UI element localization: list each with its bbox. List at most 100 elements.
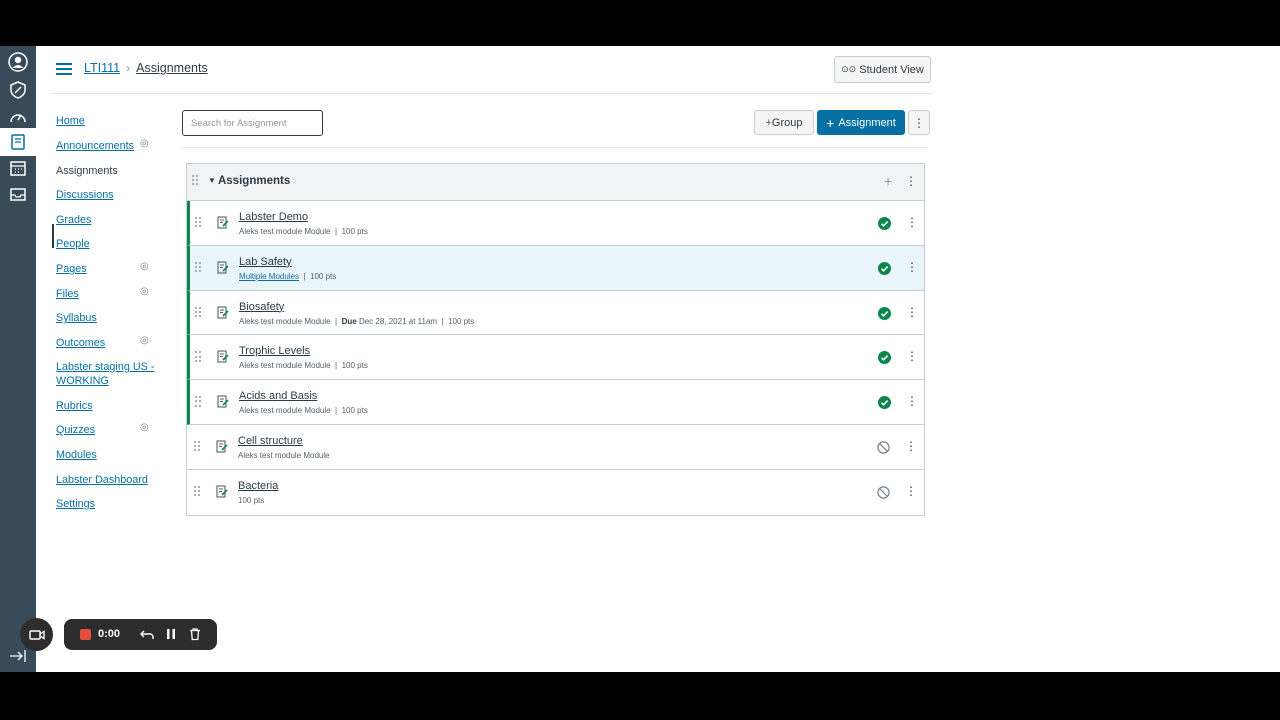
recording-timer: 0:00 <box>98 628 121 640</box>
assignment-row[interactable]: Acids and Basis Aleks test module Module … <box>187 380 924 425</box>
active-indicator <box>52 224 54 248</box>
assignment-meta: Multiple Modules | 100 pts <box>239 271 337 281</box>
courses-icon[interactable] <box>0 128 36 156</box>
course-nav-discussions[interactable]: Discussions <box>56 188 156 202</box>
published-check-icon[interactable] <box>878 261 891 275</box>
assignment-title-link[interactable]: Acids and Basis <box>239 390 317 402</box>
published-check-icon[interactable] <box>878 306 891 320</box>
trash-icon[interactable] <box>188 627 202 641</box>
assignment-icon <box>217 306 229 319</box>
dashboard-icon[interactable] <box>6 106 30 130</box>
published-check-icon[interactable] <box>878 351 891 365</box>
drag-handle-icon[interactable] <box>192 175 198 186</box>
assignment-row[interactable]: Labster Demo Aleks test module Module | 1… <box>187 201 924 246</box>
hidden-eye-icon: ◎ <box>140 261 149 272</box>
course-nav-labster-dashboard[interactable]: Labster Dashboard <box>56 473 156 487</box>
assignment-kebab-icon[interactable]: ⋮ <box>906 260 918 274</box>
unpublished-icon[interactable] <box>877 486 890 499</box>
divider <box>182 147 928 148</box>
settings-kebab-button[interactable]: ⋮ <box>908 110 930 135</box>
menu-toggle-icon[interactable] <box>56 63 72 75</box>
assignment-kebab-icon[interactable]: ⋮ <box>905 484 917 498</box>
drag-handle-icon[interactable] <box>195 261 201 273</box>
drag-handle-icon[interactable] <box>195 217 201 228</box>
assignment-module[interactable]: Multiple Modules <box>239 272 299 281</box>
page-header: LTI111 › Assignments ⊙⊙ Student View <box>50 46 932 94</box>
course-nav-home[interactable]: Home <box>56 114 156 128</box>
student-view-button[interactable]: ⊙⊙ Student View <box>834 56 931 83</box>
assignment-icon <box>217 350 229 363</box>
unpublished-icon[interactable] <box>877 441 890 454</box>
drag-handle-icon[interactable] <box>194 485 200 497</box>
recording-toolbar: 0:00 <box>64 619 217 650</box>
assignment-points: 100 pts <box>448 316 475 326</box>
assignment-points: 100 pts <box>238 495 265 505</box>
add-assignment-label: Assignment <box>838 116 896 129</box>
assignment-meta: Aleks test module Module <box>238 451 330 460</box>
course-nav-assignments[interactable]: Assignments <box>56 164 156 178</box>
add-to-group-icon[interactable]: + <box>884 173 892 189</box>
group-kebab-icon[interactable]: ⋮ <box>905 174 917 188</box>
account-icon[interactable] <box>6 50 30 74</box>
assignment-points: 100 pts <box>310 271 337 281</box>
assignment-row[interactable]: Bacteria 100 pts ⋮ <box>187 469 924 515</box>
assignment-title-link[interactable]: Bacteria <box>238 480 278 492</box>
assignment-kebab-icon[interactable]: ⋮ <box>905 439 917 453</box>
assignment-row[interactable]: Cell structure Aleks test module Module ⋮ <box>187 424 924 470</box>
drag-handle-icon[interactable] <box>194 440 200 452</box>
calendar-icon[interactable] <box>6 156 30 180</box>
assignment-row[interactable]: Trophic Levels Aleks test module Module |… <box>187 335 924 381</box>
assignment-row[interactable]: Lab Safety Multiple Modules | 100 pts ⋮ <box>187 245 924 291</box>
pause-icon[interactable] <box>164 627 178 641</box>
glasses-icon: ⊙⊙ <box>841 64 857 74</box>
assignment-icon <box>217 261 229 274</box>
course-nav-modules[interactable]: Modules <box>56 448 156 462</box>
assignment-group-header[interactable]: ▼ Assignments + ⋮ <box>187 164 924 201</box>
search-input[interactable]: Search for Assignment <box>182 110 323 136</box>
assignment-list: Labster Demo Aleks test module Module | 1… <box>187 201 924 515</box>
hidden-eye-icon: ◎ <box>140 335 149 346</box>
drag-handle-icon[interactable] <box>195 351 201 362</box>
assignment-points: 100 pts <box>341 227 368 236</box>
assignment-title-link[interactable]: Trophic Levels <box>239 345 310 357</box>
assignment-row[interactable]: Biosafety Aleks test module Module | Due … <box>187 290 924 336</box>
assignment-icon <box>216 440 228 453</box>
undo-icon[interactable] <box>140 627 154 641</box>
course-nav-syllabus[interactable]: Syllabus <box>56 311 156 325</box>
drag-handle-icon[interactable] <box>195 396 201 407</box>
caret-down-icon[interactable]: ▼ <box>208 176 216 185</box>
course-nav-grades[interactable]: Grades <box>56 213 156 227</box>
chevron-right-icon: › <box>126 61 131 75</box>
due-label: Due <box>341 316 357 326</box>
breadcrumb-assignments-link[interactable]: Assignments <box>136 61 208 75</box>
assignment-title-link[interactable]: Cell structure <box>238 435 303 447</box>
stop-recording-button[interactable] <box>80 629 91 640</box>
published-check-icon[interactable] <box>878 217 891 230</box>
add-group-button[interactable]: + Group <box>754 110 814 135</box>
assignment-icon <box>216 485 228 498</box>
expand-nav-icon[interactable] <box>8 646 28 671</box>
drag-handle-icon[interactable] <box>195 306 201 318</box>
assignment-meta: Aleks test module Module | Due Dec 28, 2… <box>239 316 475 326</box>
course-nav-rubrics[interactable]: Rubrics <box>56 399 156 413</box>
course-nav-people[interactable]: People <box>56 237 156 251</box>
course-nav-settings[interactable]: Settings <box>56 497 156 511</box>
plus-icon: + <box>826 114 835 131</box>
assignment-kebab-icon[interactable]: ⋮ <box>906 394 918 408</box>
admin-icon[interactable] <box>6 78 30 102</box>
add-group-label: Group <box>771 116 803 129</box>
assignment-due-date: Dec 28, 2021 at 11am <box>358 316 438 326</box>
add-assignment-button[interactable]: + Assignment <box>817 110 905 135</box>
published-check-icon[interactable] <box>878 396 891 410</box>
assignment-title-link[interactable]: Biosafety <box>239 301 284 313</box>
assignment-title-link[interactable]: Labster Demo <box>239 211 308 223</box>
assignment-kebab-icon[interactable]: ⋮ <box>906 349 918 363</box>
breadcrumb-course-link[interactable]: LTI111 <box>84 61 120 75</box>
inbox-icon[interactable] <box>6 182 30 206</box>
course-nav-labster-staging[interactable]: Labster staging US - WORKING <box>56 360 156 388</box>
camera-button[interactable] <box>20 618 53 651</box>
assignment-kebab-icon[interactable]: ⋮ <box>906 305 918 319</box>
assignment-group-title: Assignments <box>218 175 291 187</box>
assignment-title-link[interactable]: Lab Safety <box>239 256 292 268</box>
assignment-kebab-icon[interactable]: ⋮ <box>906 215 918 229</box>
